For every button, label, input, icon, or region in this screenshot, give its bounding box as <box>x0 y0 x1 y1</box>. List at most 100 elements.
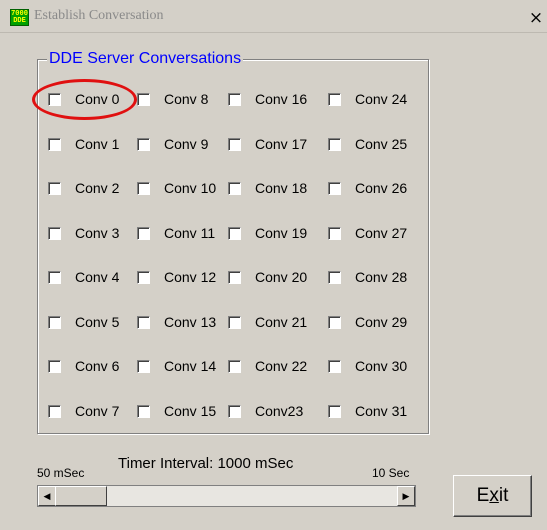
close-icon: × <box>528 8 544 28</box>
conv-checkbox[interactable]: Conv 19 <box>228 222 307 244</box>
checkbox-box[interactable] <box>48 92 61 106</box>
conv-checkbox[interactable]: Conv23 <box>228 400 303 422</box>
checkbox-label: Conv 16 <box>255 91 308 107</box>
checkbox-box[interactable] <box>228 270 241 284</box>
arrow-right-icon: ▶ <box>402 491 410 501</box>
conv-checkbox[interactable]: Conv 7 <box>48 400 119 422</box>
conv-checkbox[interactable]: Conv 25 <box>328 133 407 155</box>
conv-checkbox[interactable]: Conv 27 <box>328 222 407 244</box>
checkbox-box[interactable] <box>228 315 241 329</box>
close-button[interactable]: × <box>525 7 547 29</box>
checkbox-label: Conv 9 <box>164 136 209 152</box>
conv-checkbox[interactable]: Conv 20 <box>228 266 307 288</box>
checkbox-box[interactable] <box>137 359 150 373</box>
conv-checkbox[interactable]: Conv 2 <box>48 177 119 199</box>
app-icon-line-2: DDE <box>13 17 26 25</box>
checkbox-box[interactable] <box>48 181 61 195</box>
checkbox-label: Conv 21 <box>255 314 308 330</box>
conv-checkbox[interactable]: Conv 28 <box>328 266 407 288</box>
conv-checkbox[interactable]: Conv 12 <box>137 266 216 288</box>
checkbox-box[interactable] <box>48 226 61 240</box>
conv-checkbox[interactable]: Conv 16 <box>228 88 307 110</box>
checkbox-label: Conv23 <box>255 403 304 419</box>
checkbox-label: Conv 30 <box>355 358 408 374</box>
title-bar[interactable]: 7000 DDE Establish Conversation × <box>0 0 547 33</box>
conv-checkbox[interactable]: Conv 11 <box>137 222 215 244</box>
checkbox-box[interactable] <box>328 359 341 373</box>
conv-checkbox[interactable]: Conv 17 <box>228 133 307 155</box>
conv-checkbox[interactable]: Conv 21 <box>228 311 307 333</box>
checkbox-label: Conv 25 <box>355 136 408 152</box>
conv-checkbox[interactable]: Conv 1 <box>48 133 119 155</box>
conv-checkbox[interactable]: Conv 9 <box>137 133 208 155</box>
conv-checkbox[interactable]: Conv 29 <box>328 311 407 333</box>
checkbox-box[interactable] <box>137 226 150 240</box>
checkbox-label: Conv 3 <box>75 225 120 241</box>
checkbox-box[interactable] <box>228 404 241 418</box>
exit-label-pre: E <box>476 485 490 506</box>
checkbox-label: Conv 22 <box>255 358 308 374</box>
dde-server-conversations-group <box>37 59 429 434</box>
scrollbar-thumb[interactable] <box>55 486 107 506</box>
conv-checkbox[interactable]: Conv 0 <box>48 88 119 110</box>
exit-label-accel: x <box>489 485 499 506</box>
checkbox-box[interactable] <box>328 315 341 329</box>
conv-checkbox[interactable]: Conv 18 <box>228 177 307 199</box>
checkbox-label: Conv 14 <box>164 358 217 374</box>
checkbox-box[interactable] <box>328 226 341 240</box>
checkbox-label: Conv 28 <box>355 269 408 285</box>
conv-checkbox[interactable]: Conv 4 <box>48 266 119 288</box>
conv-checkbox[interactable]: Conv 6 <box>48 355 119 377</box>
checkbox-box[interactable] <box>228 226 241 240</box>
checkbox-label: Conv 24 <box>355 91 408 107</box>
conv-checkbox[interactable]: Conv 31 <box>328 400 407 422</box>
conv-checkbox[interactable]: Conv 24 <box>328 88 407 110</box>
checkbox-box[interactable] <box>48 270 61 284</box>
checkbox-label: Conv 31 <box>355 403 408 419</box>
checkbox-label: Conv 17 <box>255 136 308 152</box>
checkbox-box[interactable] <box>137 270 150 284</box>
checkbox-label: Conv 0 <box>75 91 120 107</box>
checkbox-label: Conv 7 <box>75 403 120 419</box>
conv-checkbox[interactable]: Conv 3 <box>48 222 119 244</box>
checkbox-box[interactable] <box>48 359 61 373</box>
checkbox-label: Conv 18 <box>255 180 308 196</box>
checkbox-box[interactable] <box>328 92 341 106</box>
checkbox-box[interactable] <box>328 137 341 151</box>
checkbox-box[interactable] <box>228 181 241 195</box>
conv-checkbox[interactable]: Conv 26 <box>328 177 407 199</box>
conv-checkbox[interactable]: Conv 14 <box>137 355 216 377</box>
checkbox-box[interactable] <box>228 359 241 373</box>
checkbox-label: Conv 5 <box>75 314 120 330</box>
conv-checkbox[interactable]: Conv 30 <box>328 355 407 377</box>
checkbox-box[interactable] <box>137 92 150 106</box>
checkbox-box[interactable] <box>137 315 150 329</box>
checkbox-label: Conv 2 <box>75 180 120 196</box>
checkbox-box[interactable] <box>48 315 61 329</box>
checkbox-box[interactable] <box>228 137 241 151</box>
timer-interval-scrollbar[interactable]: ◀ ▶ <box>37 485 416 507</box>
checkbox-label: Conv 6 <box>75 358 120 374</box>
exit-button[interactable]: Exit <box>453 475 532 517</box>
checkbox-box[interactable] <box>328 404 341 418</box>
checkbox-box[interactable] <box>228 92 241 106</box>
checkbox-box[interactable] <box>137 404 150 418</box>
scroll-right-button[interactable]: ▶ <box>397 486 415 506</box>
checkbox-box[interactable] <box>328 270 341 284</box>
checkbox-box[interactable] <box>328 181 341 195</box>
conv-checkbox[interactable]: Conv 13 <box>137 311 216 333</box>
checkbox-label: Conv 13 <box>164 314 217 330</box>
conv-checkbox[interactable]: Conv 10 <box>137 177 216 199</box>
conv-checkbox[interactable]: Conv 8 <box>137 88 208 110</box>
scroll-left-button[interactable]: ◀ <box>38 486 56 506</box>
checkbox-box[interactable] <box>48 137 61 151</box>
checkbox-label: Conv 12 <box>164 269 217 285</box>
checkbox-label: Conv 27 <box>355 225 408 241</box>
checkbox-box[interactable] <box>48 404 61 418</box>
checkbox-box[interactable] <box>137 181 150 195</box>
conv-checkbox[interactable]: Conv 5 <box>48 311 119 333</box>
conv-checkbox[interactable]: Conv 22 <box>228 355 307 377</box>
conv-checkbox[interactable]: Conv 15 <box>137 400 216 422</box>
checkbox-box[interactable] <box>137 137 150 151</box>
establish-conversation-window: 7000 DDE Establish Conversation × DDE Se… <box>0 0 547 530</box>
